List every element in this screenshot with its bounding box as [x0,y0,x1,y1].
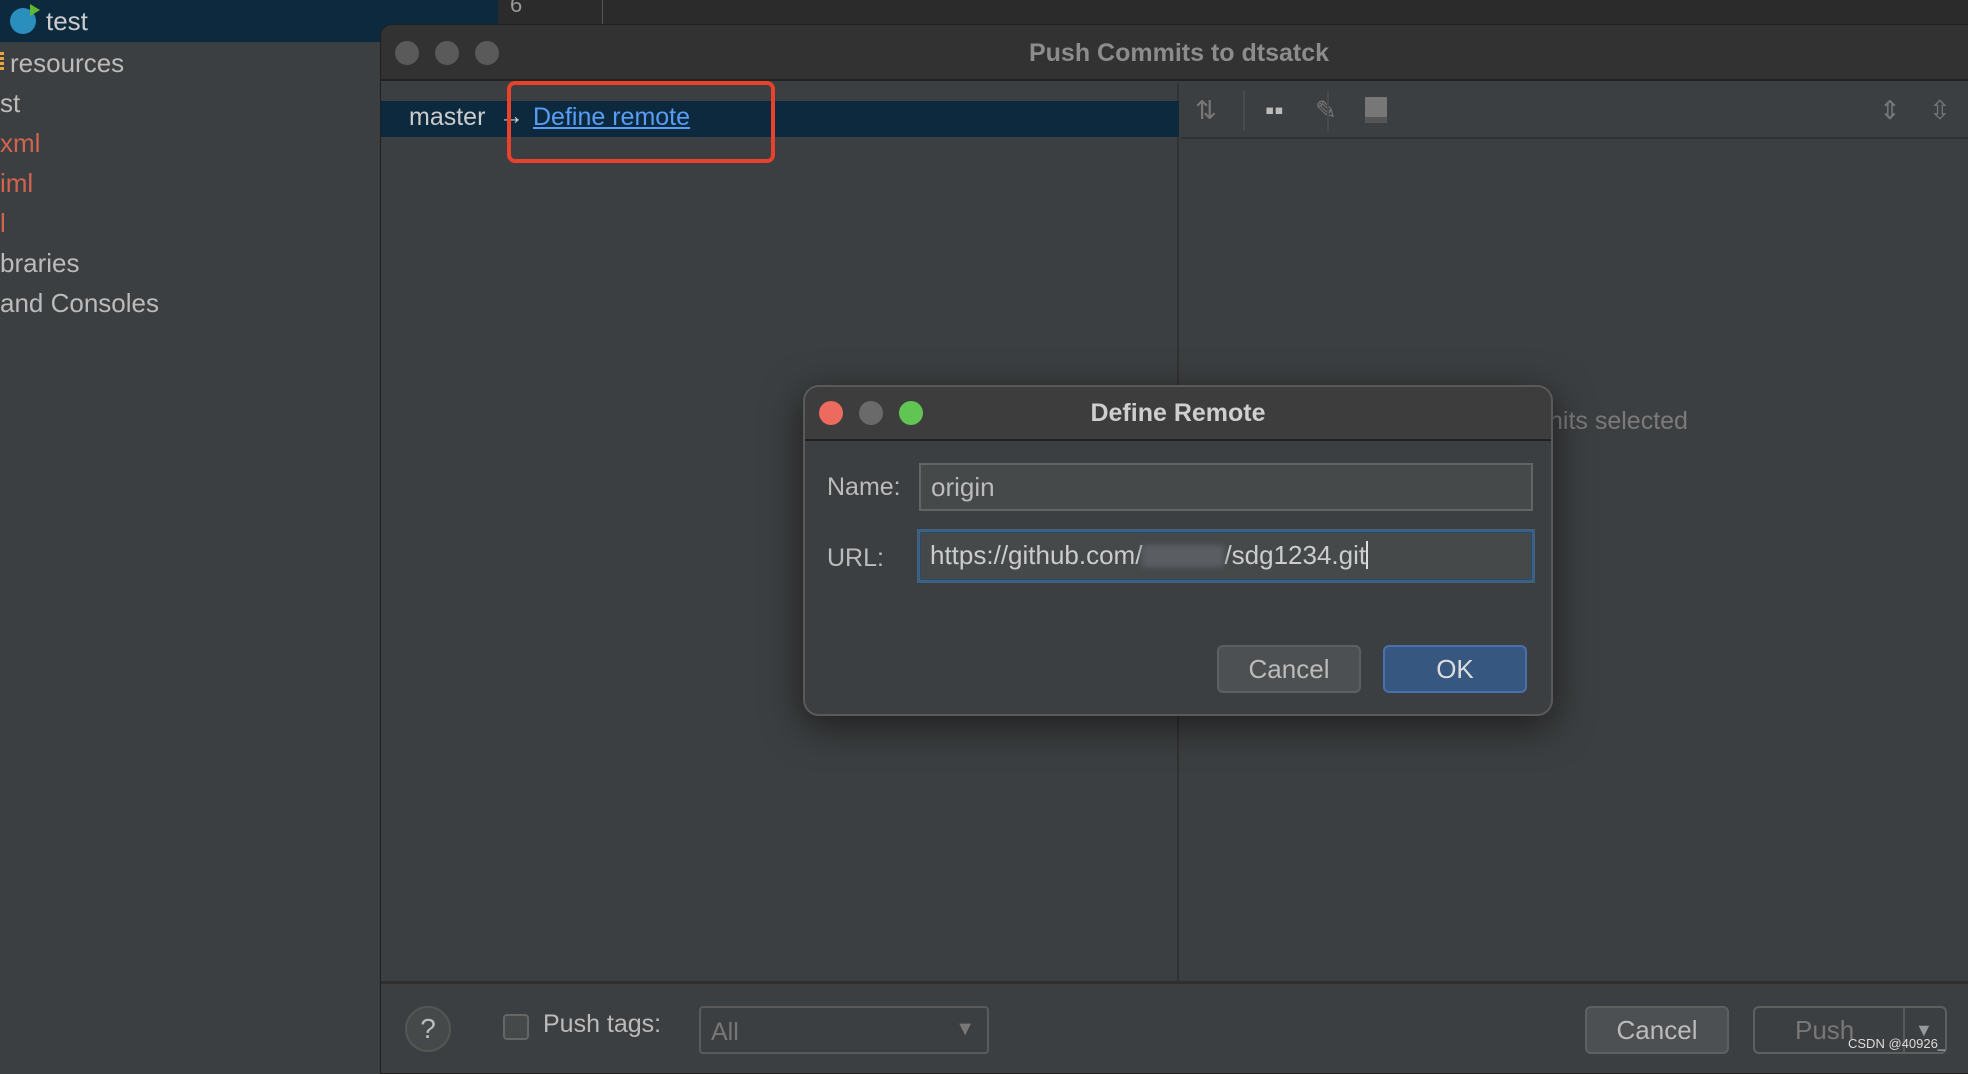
tree-item-untracked[interactable]: iml [0,168,33,199]
push-tags-select[interactable]: All ▼ [699,1006,989,1054]
push-tags-label: Push tags: [543,1010,662,1038]
dialog-titlebar: Define Remote [805,387,1551,441]
redacted-text [1142,545,1225,567]
define-remote-dialog: Define Remote Name: origin URL: https://… [803,385,1553,716]
tree-item[interactable]: st [0,88,20,119]
dialog-title: Define Remote [1090,399,1266,427]
group-by-icon[interactable]: ▪▪ [1265,95,1283,126]
cancel-button[interactable]: Cancel [1217,645,1361,693]
url-field[interactable]: https://github.com//sdg1234.git [917,529,1535,583]
highlight-box [507,81,775,163]
text-cursor [1366,541,1369,569]
tree-item-resources[interactable]: resources [0,48,124,79]
details-toolbar: ⇅ ▪▪ ✎ ⇕ ⇳ [1181,83,1968,139]
edit-icon[interactable]: ✎ [1315,95,1337,126]
name-label: Name: [827,473,901,501]
tree-item-scratches[interactable]: and Consoles [0,288,159,319]
expand-all-icon[interactable]: ⇕ [1879,95,1901,126]
local-branch: master [409,103,486,131]
project-tree: test resources st xml iml l braries and … [0,0,498,1062]
help-button[interactable]: ? [405,1006,451,1052]
empty-details-text: nits selected [1549,407,1688,435]
dialog-titlebar: Push Commits to dtsatck [381,25,1968,81]
gutter-divider [602,0,603,24]
ok-button[interactable]: OK [1383,645,1527,693]
push-tags-checkbox[interactable] [503,1014,529,1040]
divider [1327,91,1329,131]
dialog-footer: ? Push tags: All ▼ Cancel Push ▼ [381,981,1968,1073]
tree-item-untracked[interactable]: l [0,208,6,239]
tree-item-libraries[interactable]: braries [0,248,79,279]
branch-row[interactable]: master → Define remote [381,101,1179,137]
module-icon [10,4,40,34]
tree-item-untracked[interactable]: xml [0,128,40,159]
name-field[interactable]: origin [919,463,1533,511]
collapse-all-icon[interactable]: ⇳ [1929,95,1951,126]
watermark: CSDN @40926_ [1848,1036,1946,1051]
cancel-button[interactable]: Cancel [1585,1006,1729,1054]
dialog-title: Push Commits to dtsatck [1028,39,1330,67]
divider [1243,91,1245,131]
url-label: URL: [827,544,884,572]
cherry-pick-icon[interactable]: ⇅ [1195,95,1217,126]
line-number: 6 [510,0,523,17]
tree-item-test[interactable]: test [10,4,88,37]
chevron-down-icon: ▼ [955,1018,975,1040]
editor-area: 6 [498,0,1968,24]
preview-icon[interactable] [1365,97,1387,123]
folder-resources-icon [0,52,4,72]
